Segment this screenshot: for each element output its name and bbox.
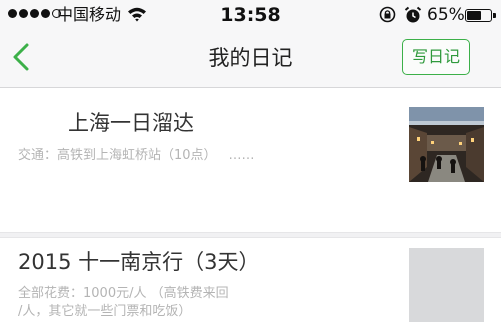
- write-diary-button[interactable]: 写日记: [402, 39, 470, 75]
- battery-icon: [465, 9, 496, 22]
- diary-entry-title: 上海一日溜达: [68, 111, 194, 135]
- status-bar: 中国移动 13:58 65%: [0, 0, 501, 30]
- battery-level-fill: [467, 11, 481, 20]
- navigation-bar: 我的日记 写日记: [0, 30, 501, 88]
- diary-entry[interactable]: 2015 十一南京行（3天） 全部花费：1000元/人 （高铁费来回 /人，其它…: [0, 238, 501, 322]
- diary-entry-title: 2015 十一南京行（3天）: [18, 250, 260, 274]
- street-photo-image: [409, 107, 484, 182]
- battery-percentage: 65%: [427, 5, 465, 25]
- diary-list: 上海一日溜达 交通：高铁到上海虹桥站（10点）…… 2015 十一南京行（3天）…: [0, 89, 501, 322]
- summary-ellipsis: ……: [228, 148, 255, 163]
- clock-time: 13:58: [220, 4, 281, 26]
- diary-entry[interactable]: 上海一日溜达 交通：高铁到上海虹桥站（10点）……: [0, 89, 501, 232]
- diary-entry-summary-line: /人，其它就一些门票和吃饭）: [18, 304, 192, 319]
- diary-entry-photo: [409, 107, 484, 182]
- rotation-lock-icon: [379, 6, 396, 23]
- diary-screen: 中国移动 13:58 65% 我的日记 写日记 上海一日溜达 交通：高铁到上海虹…: [0, 0, 501, 322]
- diary-entry-summary: 交通：高铁到上海虹桥站（10点）……: [18, 148, 255, 163]
- diary-entry-photo: [409, 248, 484, 322]
- alarm-clock-icon: [404, 6, 422, 23]
- diary-entry-summary-line: 全部花费：1000元/人 （高铁费来回: [18, 286, 229, 301]
